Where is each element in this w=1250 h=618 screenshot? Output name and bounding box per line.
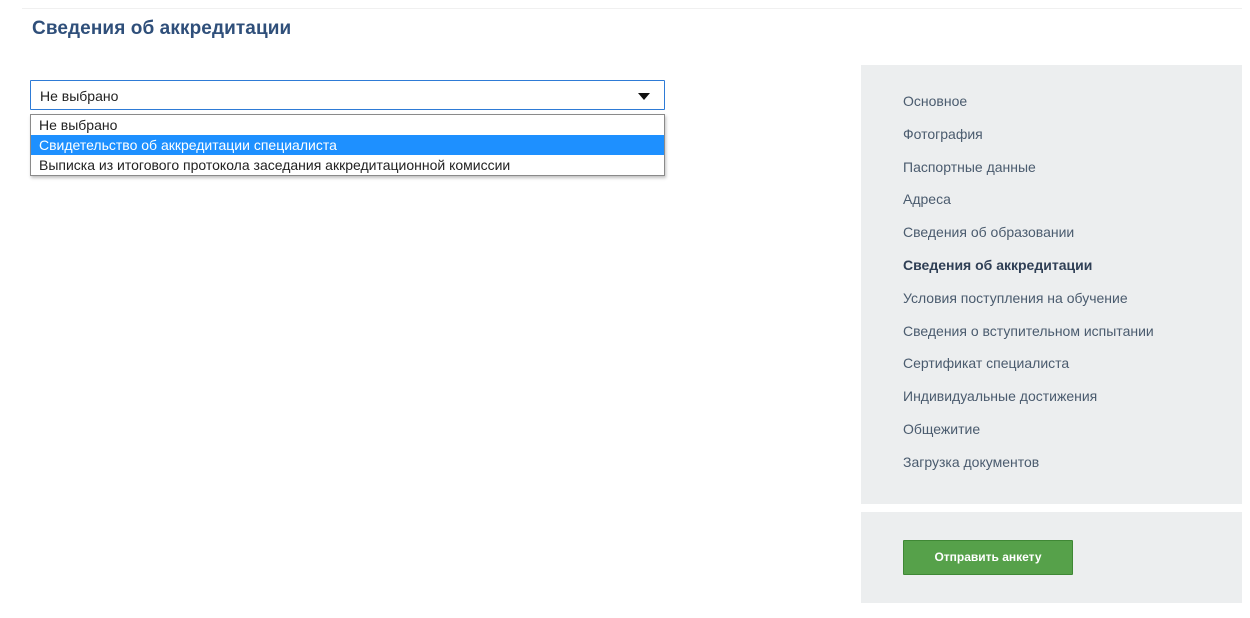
dropdown-option-protocol-extract[interactable]: Выписка из итогового протокола заседания… bbox=[31, 155, 664, 175]
page-title: Сведения об аккредитации bbox=[32, 18, 292, 39]
sidebar-item-dormitory[interactable]: Общежитие bbox=[903, 421, 1154, 454]
sidebar-actions-panel: Отправить анкету bbox=[861, 512, 1242, 603]
page: Сведения об аккредитации Не выбрано Не в… bbox=[0, 0, 1250, 618]
sidebar-item-addresses[interactable]: Адреса bbox=[903, 191, 1154, 224]
sidebar-item-document-upload[interactable]: Загрузка документов bbox=[903, 454, 1154, 487]
sidebar-item-passport[interactable]: Паспортные данные bbox=[903, 159, 1154, 192]
sidebar-item-admission-conditions[interactable]: Условия поступления на обучение bbox=[903, 290, 1154, 323]
submit-form-button[interactable]: Отправить анкету bbox=[903, 540, 1073, 575]
sidebar-item-education[interactable]: Сведения об образовании bbox=[903, 224, 1154, 257]
sidebar-item-main[interactable]: Основное bbox=[903, 93, 1154, 126]
sidebar-nav-list: Основное Фотография Паспортные данные Ад… bbox=[903, 93, 1154, 487]
sidebar-item-accreditation[interactable]: Сведения об аккредитации bbox=[903, 257, 1154, 290]
sidebar-item-photo[interactable]: Фотография bbox=[903, 126, 1154, 159]
sidebar-item-entrance-exam[interactable]: Сведения о вступительном испытании bbox=[903, 323, 1154, 356]
top-divider bbox=[22, 8, 1242, 9]
sidebar-navigation: Основное Фотография Паспортные данные Ад… bbox=[861, 65, 1242, 504]
dropdown-option-accreditation-certificate[interactable]: Свидетельство об аккредитации специалист… bbox=[31, 135, 664, 155]
caret-down-icon[interactable] bbox=[638, 93, 650, 100]
sidebar-item-achievements[interactable]: Индивидуальные достижения bbox=[903, 388, 1154, 421]
dropdown-option-not-selected[interactable]: Не выбрано bbox=[31, 115, 664, 135]
sidebar-item-specialist-certificate[interactable]: Сертификат специалиста bbox=[903, 355, 1154, 388]
accreditation-document-select[interactable]: Не выбрано bbox=[30, 80, 665, 110]
select-current-value: Не выбрано bbox=[40, 88, 119, 104]
select-dropdown-list: Не выбрано Свидетельство об аккредитации… bbox=[30, 114, 665, 176]
